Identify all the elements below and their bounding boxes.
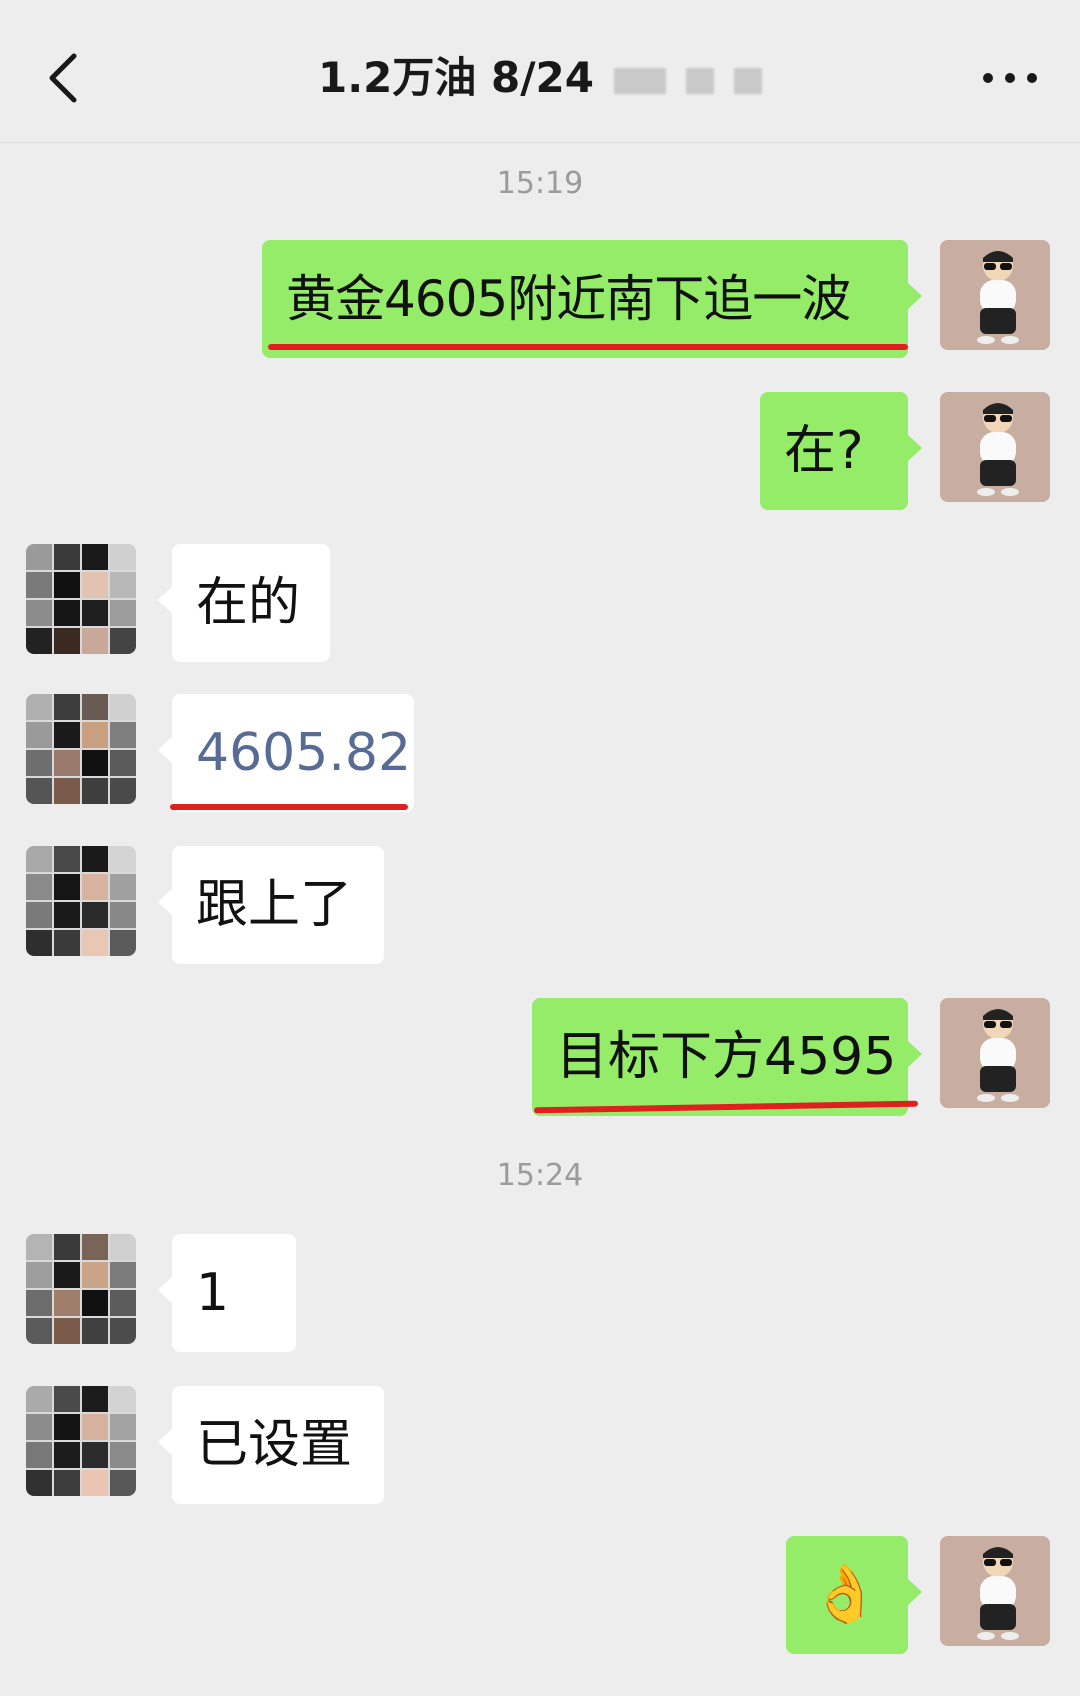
message-bubble-received[interactable]: 1: [158, 1234, 296, 1352]
chat-title: 1.2万油 8/24: [0, 48, 1080, 108]
my-avatar[interactable]: [940, 240, 1050, 350]
message-bubble-received[interactable]: 跟上了: [158, 846, 384, 964]
contact-avatar-pixelated[interactable]: [26, 1386, 136, 1496]
contact-avatar-pixelated[interactable]: [26, 544, 136, 654]
chat-header: 1.2万油 8/24: [0, 0, 1080, 143]
ok-hand-emoji-icon: 👌: [810, 1562, 880, 1627]
contact-avatar-pixelated[interactable]: [26, 846, 136, 956]
contact-avatar-pixelated[interactable]: [26, 1234, 136, 1344]
chat-title-text: 1.2万油 8/24: [317, 53, 595, 102]
timestamp: 15:19: [496, 166, 584, 201]
my-avatar[interactable]: [940, 392, 1050, 502]
my-avatar[interactable]: [940, 1536, 1050, 1646]
redacted-title-part: [614, 67, 667, 94]
message-bubble-sent[interactable]: 目标下方4595: [532, 998, 922, 1116]
timestamp: 15:24: [496, 1158, 584, 1193]
my-avatar[interactable]: [940, 998, 1050, 1108]
contact-avatar-pixelated[interactable]: [26, 694, 136, 804]
highlight-underline: [268, 344, 908, 350]
message-bubble-sent[interactable]: 黄金4605附近南下追一波: [262, 240, 922, 358]
redacted-title-part: [734, 67, 763, 94]
highlight-underline: [170, 804, 408, 810]
message-bubble-sent[interactable]: 👌: [786, 1536, 922, 1654]
message-bubble-received[interactable]: 4605.82: [158, 694, 414, 812]
more-options-icon[interactable]: [980, 70, 1040, 86]
message-bubble-received[interactable]: 已设置: [158, 1386, 384, 1504]
message-bubble-sent[interactable]: 在?: [760, 392, 922, 510]
redacted-title-part: [686, 67, 715, 94]
price-number-link[interactable]: 4605.82: [196, 723, 411, 783]
message-bubble-received[interactable]: 在的: [158, 544, 330, 662]
